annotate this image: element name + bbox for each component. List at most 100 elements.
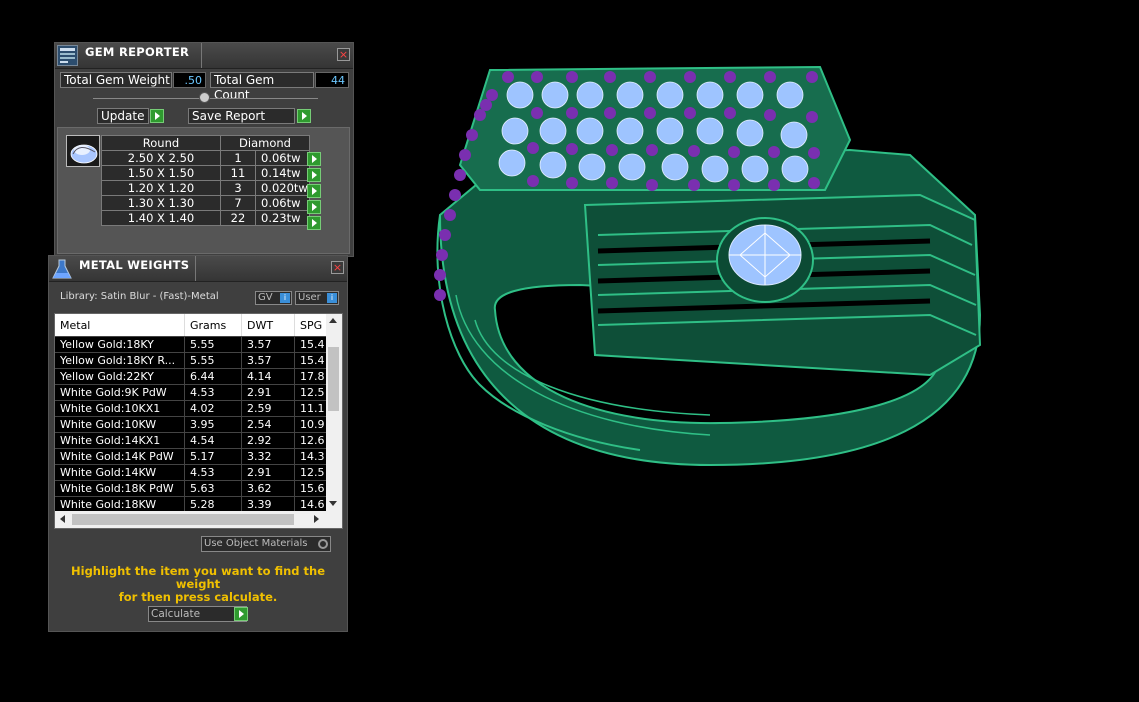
metal-name: White Gold:14KW (55, 464, 185, 481)
vertical-scrollbar[interactable] (326, 314, 342, 511)
metal-name: White Gold:18K PdW (55, 480, 185, 497)
gem-reporter-icon (57, 45, 78, 66)
update-button[interactable]: Update (97, 108, 149, 124)
save-report-go-icon[interactable] (297, 109, 311, 123)
metal-spg: 12.5 (294, 464, 326, 481)
metal-spg: 12.6 (294, 432, 326, 449)
metal-grams: 4.02 (184, 400, 242, 417)
total-gem-weight-value[interactable]: .50 (173, 72, 206, 88)
metal-row[interactable]: White Gold:14KW 4.53 2.91 12.5 (55, 464, 326, 481)
user-toggle[interactable]: User i (295, 291, 339, 305)
metal-row[interactable]: White Gold:18KW 5.28 3.39 14.6 (55, 496, 326, 511)
metal-row[interactable]: White Gold:10KX1 4.02 2.59 11.1 (55, 400, 326, 417)
gem-row-select-icon[interactable] (307, 152, 321, 166)
metal-row[interactable]: White Gold:9K PdW 4.53 2.91 12.5 (55, 384, 326, 401)
gem-size: 2.50 X 2.50 (101, 150, 221, 166)
metal-dwt: 2.91 (241, 384, 295, 401)
save-report-button[interactable]: Save Report (188, 108, 295, 124)
horizontal-scrollbar[interactable] (55, 511, 342, 528)
gv-toggle[interactable]: GV i (255, 291, 292, 305)
metal-col-spg[interactable]: SPG (294, 314, 326, 337)
splitter-handle[interactable] (199, 92, 210, 103)
gem-size: 1.40 X 1.40 (101, 210, 221, 226)
metal-table: Metal Grams DWT SPG Yellow Gold:18KY 5.55… (55, 314, 326, 511)
calculate-go-icon[interactable] (234, 607, 248, 621)
calculate-button[interactable]: Calculate (148, 606, 247, 622)
metal-row[interactable]: Yellow Gold:22KY 6.44 4.14 17.8 (55, 368, 326, 385)
metal-row[interactable]: White Gold:18K PdW 5.63 3.62 15.6 (55, 480, 326, 497)
gem-row-select-icon[interactable] (307, 168, 321, 182)
metal-name: White Gold:10KW (55, 416, 185, 433)
gem-reporter-close-button[interactable]: × (337, 48, 350, 61)
metal-col-grams[interactable]: Grams (184, 314, 242, 337)
metal-weights-close-button[interactable]: × (331, 261, 344, 274)
metal-row[interactable]: Yellow Gold:18KY 5.55 3.57 15.4 (55, 336, 326, 353)
gem-count: 22 (220, 210, 256, 226)
metal-dwt: 3.32 (241, 448, 295, 465)
metal-table-clip: Metal Grams DWT SPG Yellow Gold:18KY 5.55… (55, 314, 326, 511)
viewport-3d[interactable] (420, 55, 1000, 485)
metal-name: Yellow Gold:18KY R... (55, 352, 185, 369)
round-gem-icon[interactable] (66, 135, 100, 167)
library-label: Library: Satin Blur - (Fast)-Metal (60, 291, 219, 302)
metal-spg: 15.4 (294, 352, 326, 369)
scroll-thumb[interactable] (328, 347, 339, 411)
total-gem-count-label: Total Gem Count (210, 72, 314, 102)
calculate-label: Calculate (151, 608, 201, 620)
gem-weight: 0.06tw (255, 150, 310, 166)
instruction-line-2: for then press calculate. (118, 590, 278, 604)
user-info-icon: i (327, 293, 337, 303)
metal-dwt: 2.91 (241, 464, 295, 481)
scroll-down-icon[interactable] (329, 501, 337, 506)
metal-row[interactable]: White Gold:14K PdW 5.17 3.32 14.3 (55, 448, 326, 465)
metal-spg: 11.1 (294, 400, 326, 417)
metal-spg: 14.3 (294, 448, 326, 465)
flask-icon (51, 258, 73, 280)
metal-grams: 4.54 (184, 432, 242, 449)
metal-dwt: 4.14 (241, 368, 295, 385)
ring-model[interactable] (420, 55, 1000, 485)
gem-size: 1.20 X 1.20 (101, 180, 221, 196)
metal-name: Yellow Gold:18KY (55, 336, 185, 353)
gem-row[interactable]: 1.40 X 1.40 22 0.23tw (101, 210, 310, 226)
metal-grams: 5.55 (184, 352, 242, 369)
gem-size: 1.50 X 1.50 (101, 165, 221, 181)
gem-row[interactable]: 1.20 X 1.20 3 0.020tw (101, 180, 310, 196)
gem-row[interactable]: 1.50 X 1.50 11 0.14tw (101, 165, 310, 181)
metal-row[interactable]: White Gold:10KW 3.95 2.54 10.9 (55, 416, 326, 433)
metal-dwt: 3.57 (241, 352, 295, 369)
gem-row-select-icon[interactable] (307, 216, 321, 230)
gem-row-select-icon[interactable] (307, 184, 321, 198)
metal-weights-panel: METAL WEIGHTS × Library: Satin Blur - (F… (48, 255, 348, 632)
metal-dwt: 2.59 (241, 400, 295, 417)
gem-reporter-panel: GEM REPORTER × Total Gem Weight .50 Tota… (54, 42, 354, 257)
metal-row[interactable]: White Gold:14KX1 4.54 2.92 12.6 (55, 432, 326, 449)
gv-info-icon: i (280, 293, 290, 303)
metal-col-dwt[interactable]: DWT (241, 314, 295, 337)
gem-row-select-icon[interactable] (307, 200, 321, 214)
scroll-up-icon[interactable] (329, 318, 337, 323)
metal-list[interactable]: Metal Grams DWT SPG Yellow Gold:18KY 5.55… (54, 313, 343, 529)
metal-dwt: 2.92 (241, 432, 295, 449)
gem-row[interactable]: 1.30 X 1.30 7 0.06tw (101, 195, 310, 211)
use-object-materials-dropdown[interactable]: Use Object Materials (201, 536, 331, 552)
gem-reporter-titlebar[interactable]: GEM REPORTER × (55, 43, 353, 69)
gem-count: 1 (220, 150, 256, 166)
gem-count: 3 (220, 180, 256, 196)
metal-spg: 17.8 (294, 368, 326, 385)
update-go-icon[interactable] (150, 109, 164, 123)
instruction-text: Highlight the item you want to find the … (53, 565, 343, 604)
scroll-h-thumb[interactable] (72, 514, 294, 525)
gv-label: GV (258, 292, 273, 303)
metal-dwt: 3.62 (241, 480, 295, 497)
metal-col-metal[interactable]: Metal (55, 314, 185, 337)
metal-weights-titlebar[interactable]: METAL WEIGHTS × (49, 256, 347, 282)
scroll-right-icon[interactable] (314, 515, 319, 523)
gem-weight: 0.14tw (255, 165, 310, 181)
scroll-left-icon[interactable] (60, 515, 65, 523)
gem-weight: 0.06tw (255, 195, 310, 211)
metal-row[interactable]: Yellow Gold:18KY R... 5.55 3.57 15.4 (55, 352, 326, 369)
metal-spg: 15.6 (294, 480, 326, 497)
total-gem-count-value[interactable]: 44 (315, 72, 349, 88)
gem-row[interactable]: 2.50 X 2.50 1 0.06tw (101, 150, 310, 166)
